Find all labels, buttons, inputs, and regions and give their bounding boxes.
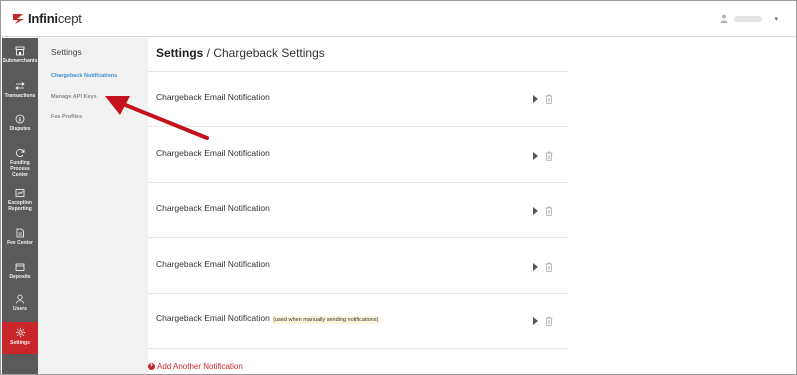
trash-icon[interactable] — [545, 151, 553, 161]
notification-row: Chargeback Email Notification — [148, 239, 568, 294]
dispute-coin-icon: $ — [15, 114, 25, 124]
sidebar-item-label: Users — [13, 306, 27, 312]
trash-icon[interactable] — [545, 316, 553, 326]
subnav-link-manage-api-keys[interactable]: Manage API Keys — [51, 94, 97, 100]
sidebar-item-label: Disputes — [9, 126, 31, 132]
sidebar-item-fee-center[interactable]: Fee Center — [2, 228, 38, 256]
sidebar-item-exception-reporting[interactable]: Exception Reporting — [2, 188, 38, 224]
chevron-down-icon[interactable]: ▾ — [774, 15, 778, 23]
notification-row: Chargeback Email Notification — [148, 72, 568, 127]
user-avatar-icon — [720, 14, 728, 23]
gear-icon — [15, 327, 25, 338]
notification-row: Chargeback Email Notification — [148, 183, 568, 238]
settings-subnav: Settings Chargeback Notifications Manage… — [38, 38, 148, 374]
user-icon — [15, 294, 25, 304]
expand-play-icon[interactable] — [533, 263, 538, 271]
logo-mark-icon — [13, 13, 24, 24]
sidebar-item-label: Funding Process Center — [10, 160, 30, 178]
notification-row: Chargeback Email Notification — [148, 128, 568, 183]
main-sidebar: Submerchants Transactions $ Disputes Fun… — [2, 38, 38, 374]
sidebar-item-settings[interactable]: Settings — [2, 322, 38, 354]
brand-logo[interactable]: Infinicept — [12, 11, 82, 26]
svg-text:$: $ — [18, 117, 21, 123]
add-notification-link[interactable]: + Add Another Notification — [148, 362, 243, 371]
store-icon — [15, 46, 25, 56]
top-bar: Infinicept ▾ — [2, 2, 796, 37]
main-content: Settings / Chargeback Settings Chargebac… — [148, 38, 796, 374]
add-notification-label: Add Another Notification — [157, 362, 243, 371]
notification-row: Chargeback Email Notification (used when… — [148, 294, 568, 349]
sidebar-item-disputes[interactable]: $ Disputes — [2, 114, 38, 142]
sidebar-item-funding-process-center[interactable]: Funding Process Center — [2, 148, 38, 184]
sidebar-item-submerchants[interactable]: Submerchants — [2, 46, 38, 78]
sidebar-item-label: Submerchants — [2, 58, 38, 64]
expand-play-icon[interactable] — [533, 207, 538, 215]
sidebar-item-label: Settings — [10, 340, 30, 346]
subnav-link-fee-profiles[interactable]: Fee Profiles — [51, 114, 82, 120]
user-name-redacted — [734, 15, 763, 22]
document-icon — [16, 228, 24, 238]
report-icon — [15, 189, 25, 197]
notification-label: Chargeback Email Notification — [156, 92, 270, 102]
brand-name: Infinicept — [28, 11, 82, 26]
sidebar-item-deposits[interactable]: Deposits — [2, 262, 38, 290]
wallet-icon — [15, 263, 25, 271]
sidebar-item-transactions[interactable]: Transactions — [2, 81, 38, 111]
notification-label: Chargeback Email Notification — [156, 148, 270, 158]
sidebar-item-label: Deposits — [9, 274, 31, 280]
page-title: Settings / Chargeback Settings — [156, 46, 325, 60]
subnav-link-chargeback-notifications[interactable]: Chargeback Notifications — [51, 73, 117, 79]
sidebar-item-users[interactable]: Users — [2, 294, 38, 322]
notification-note: (used when manually sending notification… — [272, 316, 380, 324]
trash-icon[interactable] — [545, 94, 553, 104]
expand-play-icon[interactable] — [533, 152, 538, 160]
trash-icon[interactable] — [545, 206, 553, 216]
plus-circle-icon: + — [148, 363, 155, 370]
trash-icon[interactable] — [545, 262, 553, 272]
expand-play-icon[interactable] — [533, 95, 538, 103]
sidebar-item-label: Exception Reporting — [8, 200, 32, 212]
swap-arrows-icon — [15, 82, 25, 90]
sidebar-item-label: Transactions — [4, 93, 36, 99]
refresh-icon — [16, 148, 25, 157]
subnav-title: Settings — [51, 47, 82, 57]
app-window: Infinicept ▾ Submerchants Transactions $… — [0, 0, 797, 375]
notification-label: Chargeback Email Notification — [156, 203, 270, 213]
expand-play-icon[interactable] — [533, 317, 538, 325]
sidebar-item-label: Fee Center — [7, 240, 33, 246]
notification-label: Chargeback Email Notification (used when… — [156, 313, 380, 324]
notification-label: Chargeback Email Notification — [156, 259, 270, 269]
user-menu[interactable]: ▾ — [720, 14, 778, 23]
